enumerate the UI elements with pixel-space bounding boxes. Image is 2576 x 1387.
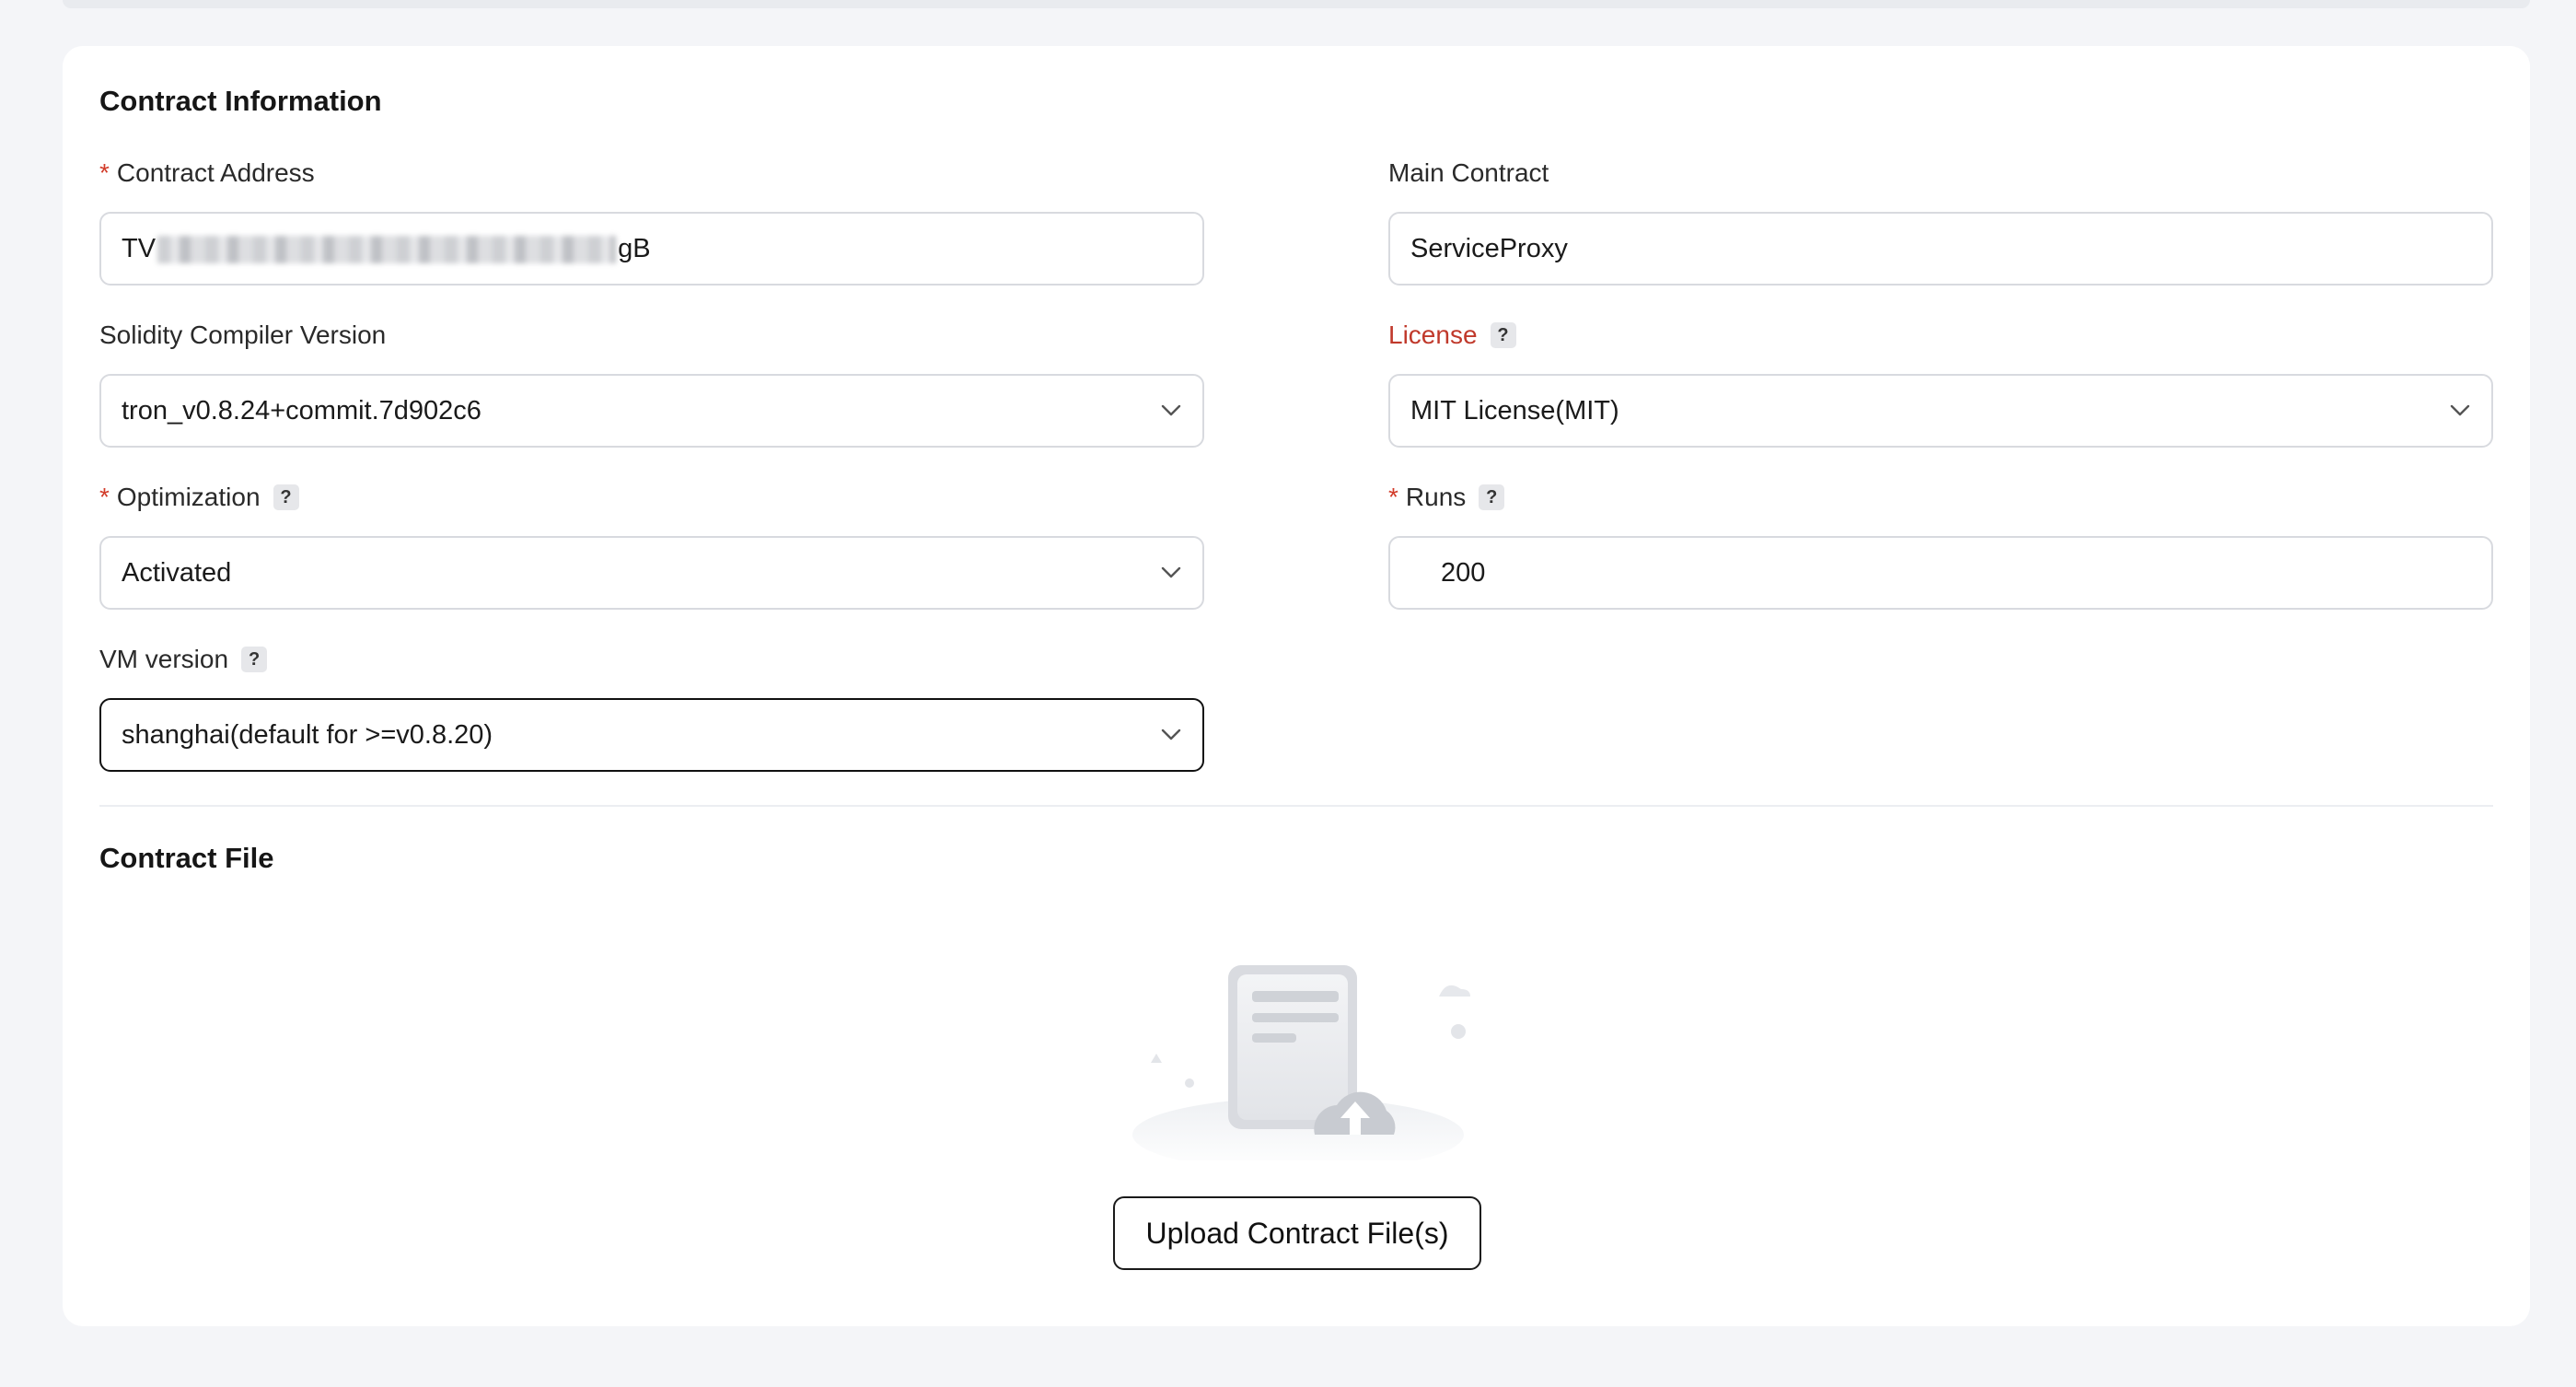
- runs-input[interactable]: 200: [1388, 536, 2493, 610]
- chevron-down-icon: [1160, 562, 1182, 584]
- license-select[interactable]: MIT License(MIT): [1388, 374, 2493, 448]
- contract-address-suffix: gB: [618, 233, 651, 263]
- required-mark: *: [1388, 483, 1398, 511]
- main-contract-input[interactable]: ServiceProxy: [1388, 212, 2493, 286]
- runs-label: * Runs ?: [1388, 483, 1505, 512]
- required-mark: *: [99, 483, 110, 511]
- vm-version-select[interactable]: shanghai(default for >=v0.8.20): [99, 698, 1204, 772]
- optimization-select[interactable]: Activated: [99, 536, 1204, 610]
- contract-address-prefix: TV: [122, 233, 157, 263]
- document-upload-icon: [1123, 921, 1473, 1171]
- vm-version-label: VM version ?: [99, 645, 268, 674]
- upload-contract-files-button[interactable]: Upload Contract File(s): [1113, 1196, 1481, 1270]
- required-mark: *: [99, 158, 110, 187]
- chevron-down-icon: [1160, 724, 1182, 746]
- compiler-version-label: Solidity Compiler Version: [99, 321, 387, 349]
- chevron-down-icon: [2449, 400, 2471, 422]
- contract-address-label: * Contract Address: [99, 158, 315, 187]
- compiler-version-select[interactable]: tron_v0.8.24+commit.7d902c6: [99, 374, 1204, 448]
- question-mark-icon[interactable]: ?: [1479, 484, 1505, 510]
- redacted-address: [157, 235, 617, 263]
- license-label: License ?: [1388, 321, 1516, 350]
- previous-card-edge: [63, 0, 2530, 8]
- contract-information-title: Contract Information: [99, 85, 382, 117]
- optimization-label: * Optimization ?: [99, 483, 299, 512]
- contract-file-title: Contract File: [99, 842, 274, 874]
- contract-address-input[interactable]: TV gB: [99, 212, 1204, 286]
- question-mark-icon[interactable]: ?: [241, 647, 268, 672]
- section-divider: [99, 805, 2493, 807]
- question-mark-icon[interactable]: ?: [273, 484, 299, 510]
- chevron-down-icon: [1160, 400, 1182, 422]
- question-mark-icon[interactable]: ?: [1490, 322, 1516, 348]
- contract-verification-card: Contract Information * Contract Address …: [63, 46, 2530, 1326]
- main-contract-label: Main Contract: [1388, 158, 1549, 187]
